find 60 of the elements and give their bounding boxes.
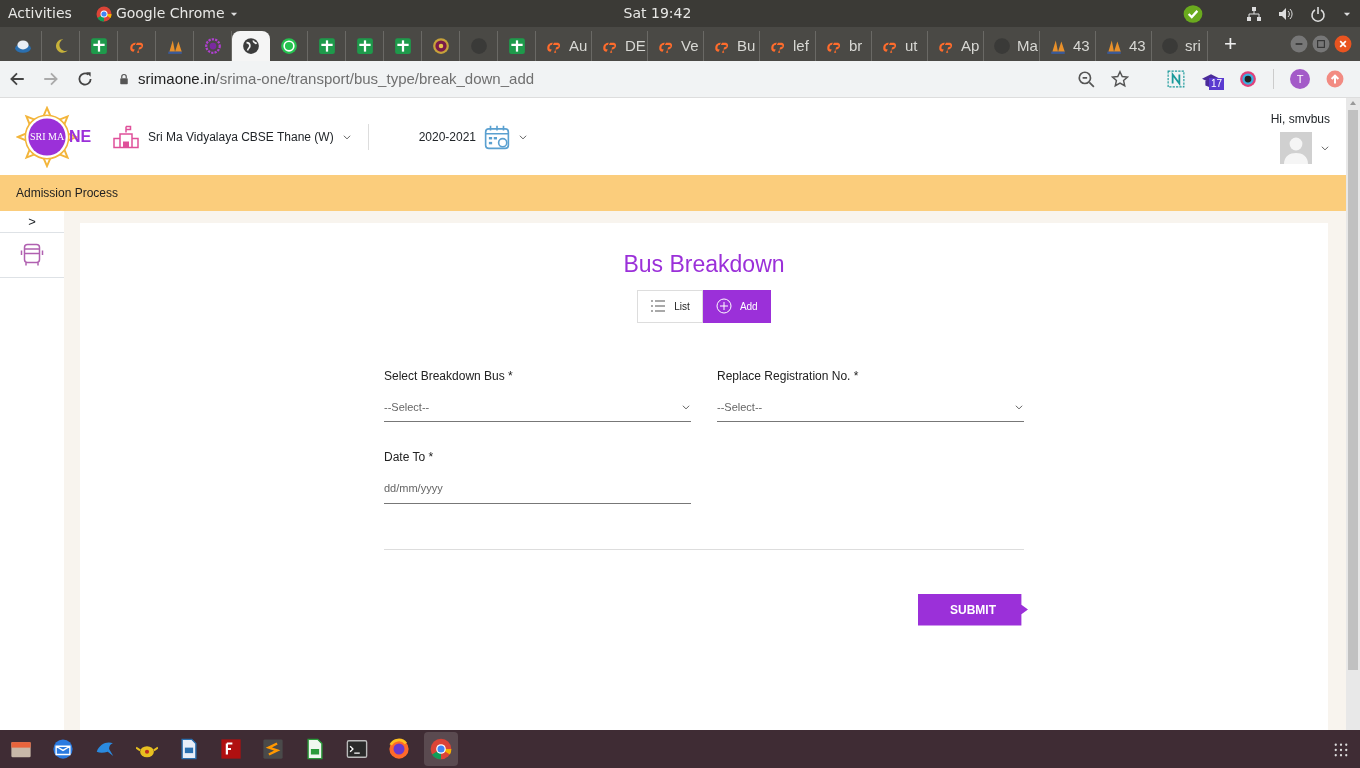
field-label: Date To * [384,449,435,466]
close-icon[interactable] [1334,35,1352,53]
editor-icon[interactable] [262,738,284,760]
coin-icon [431,37,450,55]
spreadsheet-icon[interactable] [304,738,326,760]
power-icon [1310,5,1326,22]
mail-icon[interactable] [52,738,74,760]
field-label: Select Breakdown Bus * [384,367,514,385]
activities-button[interactable]: Activities [8,3,72,24]
flower-icon [203,37,222,55]
document-icon[interactable] [178,738,200,760]
logo-text: SRI MA [30,129,65,144]
chrome-icon[interactable] [430,738,452,760]
disk-icon [13,37,32,55]
greeting: Hi, smvbus [1270,110,1330,128]
back-icon[interactable] [8,70,26,88]
sidebar-toggle[interactable]: > [0,211,64,233]
add-button[interactable]: Add [702,289,771,323]
page-title: Bus Breakdown [623,250,785,279]
school-selector[interactable]: Sri Ma Vidyalaya CBSE Thane (W) [112,123,369,150]
reload-icon[interactable] [76,70,94,88]
camera-icon[interactable] [1239,70,1257,88]
address-field[interactable]: srimaone.in/srima-one/transport/bus_type/break_down_add [118,67,535,91]
menu-item[interactable]: Admission Process [16,184,119,202]
chat-icon [279,37,298,55]
check-icon [1182,3,1204,24]
plus-circle-icon [715,298,732,314]
network-icon [1246,5,1262,22]
logo-text: NE [69,126,92,147]
lock-icon [118,72,130,86]
sheet-icon [393,37,412,55]
calendar-icon [484,123,510,150]
chrome-icon [95,5,112,22]
sheet-icon [317,37,336,55]
profile-avatar[interactable]: T [1290,69,1310,89]
new-tab-button[interactable]: + [1224,31,1237,57]
star-icon[interactable] [1111,70,1129,88]
sheet-icon [355,37,374,55]
list-icon [650,298,667,314]
field-label: Replace Registration No. * [717,367,860,385]
clock: Sat 19:42 [623,4,692,23]
terminal-icon[interactable] [346,738,368,760]
app-menu[interactable]: Google Chrome [95,3,239,24]
minimize-icon[interactable] [1290,35,1308,53]
apps-grid-icon[interactable] [1334,742,1348,757]
submit-button[interactable]: SUBMIT [918,593,1028,626]
ftp-icon[interactable] [220,738,242,760]
firefox-icon[interactable] [388,738,410,760]
browser-tab[interactable] [232,31,270,61]
sheet-icon [507,37,526,55]
count-badge: 17 [1209,78,1225,90]
globe-icon [242,37,260,55]
year-selector[interactable]: 2020-2021 [418,123,528,150]
extension-icon[interactable] [1167,70,1185,88]
list-button[interactable]: List [637,289,703,323]
school-icon [112,124,140,149]
sheet-icon [89,37,108,55]
zoom-icon[interactable] [1077,70,1095,88]
scrollbar[interactable] [1346,98,1360,730]
bus-icon[interactable] [20,242,44,268]
